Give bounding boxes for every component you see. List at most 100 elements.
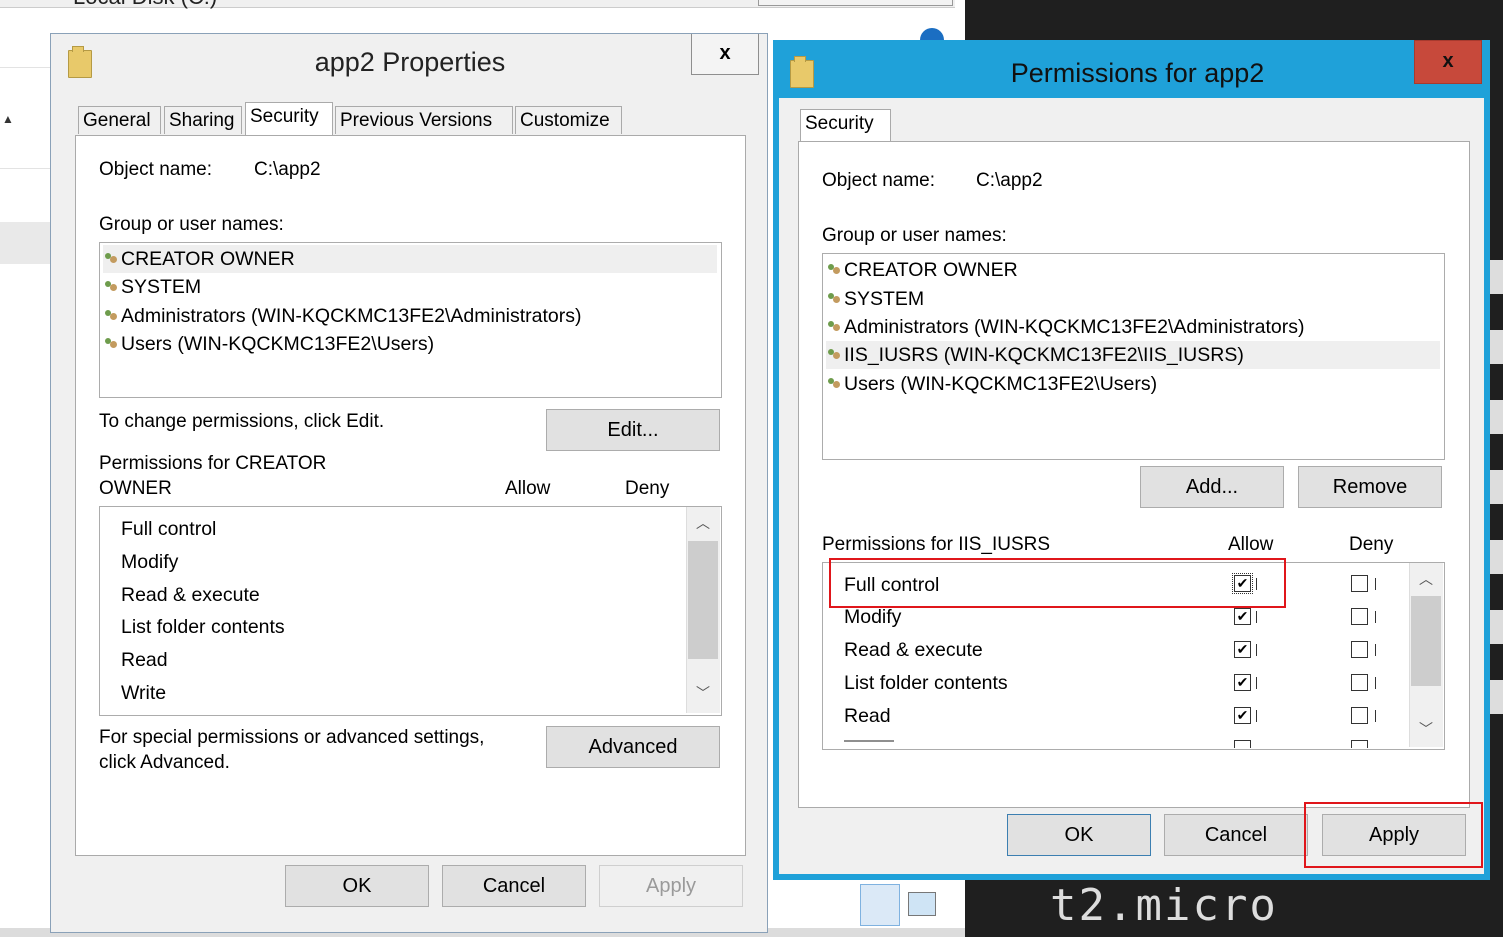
tab-security[interactable]: Security [800, 109, 891, 142]
nav-scroll-up-icon[interactable]: ▲ [2, 112, 14, 126]
cancel-button[interactable]: Cancel [442, 865, 586, 907]
user-group-icon [828, 378, 841, 389]
full-control-deny-checkbox[interactable] [1351, 575, 1368, 592]
special-permissions-text-line1: For special permissions or advanced sett… [99, 727, 485, 748]
add-button[interactable]: Add... [1140, 466, 1284, 508]
write-deny-checkbox-partial[interactable] [1351, 740, 1368, 748]
permission-read: Read [844, 705, 891, 727]
permissions-scrollbar[interactable]: ︿ ﹀ [1409, 563, 1443, 747]
close-icon[interactable]: x [691, 34, 759, 75]
console-glyphs [1488, 260, 1503, 820]
ok-button[interactable]: OK [285, 865, 429, 907]
tab-customize[interactable]: Customize [515, 106, 622, 134]
permissions-scrollbar[interactable]: ︿ ﹀ [686, 507, 720, 713]
close-icon[interactable]: x [1414, 40, 1482, 84]
user-name: Users (WIN-KQCKMC13FE2\Users) [844, 373, 1158, 395]
properties-titlebar: app2 Properties x [51, 34, 767, 92]
remove-button[interactable]: Remove [1298, 466, 1442, 508]
apply-highlight-box [1304, 802, 1483, 868]
user-item-system[interactable]: SYSTEM [826, 285, 924, 313]
user-item-administrators[interactable]: Administrators (WIN-KQCKMC13FE2\Administ… [826, 313, 1305, 341]
permission-list-folder: List folder contents [844, 672, 1008, 694]
user-name: Administrators (WIN-KQCKMC13FE2\Administ… [844, 316, 1305, 338]
scrollbar-thumb[interactable] [688, 541, 718, 659]
object-name-label: Object name: [822, 170, 935, 191]
permission-write-partial [844, 740, 894, 748]
tab-sharing[interactable]: Sharing [164, 106, 242, 134]
read-deny-checkbox[interactable] [1351, 707, 1368, 724]
write-allow-checkbox-partial[interactable] [1234, 740, 1251, 748]
user-group-icon [828, 293, 841, 304]
user-group-icon [105, 281, 118, 292]
tiles-view-icon[interactable] [908, 892, 936, 916]
user-item-creator-owner[interactable]: CREATOR OWNER [103, 245, 717, 273]
user-name: CREATOR OWNER [844, 259, 1018, 281]
user-item-users[interactable]: Users (WIN-KQCKMC13FE2\Users) [103, 330, 434, 358]
user-name: CREATOR OWNER [121, 248, 295, 270]
ok-button[interactable]: OK [1007, 814, 1151, 856]
nav-selected-row[interactable] [0, 222, 50, 264]
permissions-list[interactable]: Full control Modify Read & execute List … [99, 506, 722, 716]
scrollbar-thumb[interactable] [1411, 596, 1441, 686]
read-execute-allow-checkbox[interactable]: ✔ [1234, 641, 1251, 658]
permissions-for-label-line1: Permissions for CREATOR [99, 453, 327, 474]
user-name: Administrators (WIN-KQCKMC13FE2\Administ… [121, 305, 582, 327]
read-execute-deny-checkbox[interactable] [1351, 641, 1368, 658]
apply-button[interactable]: Apply [599, 865, 743, 907]
properties-dialog: app2 Properties x General Sharing Securi… [50, 33, 768, 933]
row-separator-tick [1375, 644, 1380, 656]
user-name: Users (WIN-KQCKMC13FE2\Users) [121, 333, 435, 355]
row-separator-tick [1375, 677, 1380, 689]
user-item-system[interactable]: SYSTEM [103, 273, 201, 301]
row-separator-tick [1375, 611, 1380, 623]
change-permissions-text: To change permissions, click Edit. [99, 411, 385, 432]
row-separator-tick [1256, 644, 1261, 656]
permission-read: Read [121, 649, 168, 671]
scroll-up-icon[interactable]: ︿ [1410, 569, 1442, 589]
read-allow-checkbox[interactable]: ✔ [1234, 707, 1251, 724]
permission-read-execute: Read & execute [121, 584, 260, 606]
row-separator-tick [1375, 710, 1380, 722]
user-item-iis-iusrs[interactable]: IIS_IUSRS (WIN-KQCKMC13FE2\IIS_IUSRS) [826, 341, 1440, 369]
modify-deny-checkbox[interactable] [1351, 608, 1368, 625]
deny-header: Deny [1349, 534, 1394, 555]
user-item-users[interactable]: Users (WIN-KQCKMC13FE2\Users) [826, 370, 1157, 398]
edit-button[interactable]: Edit... [546, 409, 720, 451]
cancel-button[interactable]: Cancel [1164, 814, 1308, 856]
deny-header: Deny [625, 478, 670, 499]
permissions-for-label-line2: OWNER [99, 478, 172, 499]
explorer-help-icon[interactable] [920, 28, 944, 40]
row-separator-tick [1256, 710, 1261, 722]
full-control-highlight-box [829, 558, 1286, 608]
modify-allow-checkbox[interactable]: ✔ [1234, 608, 1251, 625]
scroll-up-icon[interactable]: ︿ [687, 513, 719, 533]
allow-header: Allow [1228, 534, 1274, 555]
permission-write: Write [121, 682, 167, 704]
user-item-creator-owner[interactable]: CREATOR OWNER [826, 256, 1018, 284]
details-view-icon[interactable] [860, 884, 900, 926]
row-separator-tick [1375, 578, 1380, 590]
group-user-label: Group or user names: [822, 225, 1007, 246]
row-separator-tick [1256, 677, 1261, 689]
list-folder-deny-checkbox[interactable] [1351, 674, 1368, 691]
allow-header: Allow [505, 478, 551, 499]
tab-security[interactable]: Security [245, 102, 333, 135]
user-item-administrators[interactable]: Administrators (WIN-KQCKMC13FE2\Administ… [103, 302, 582, 330]
scroll-down-icon[interactable]: ﹀ [1410, 719, 1442, 739]
list-folder-allow-checkbox[interactable]: ✔ [1234, 674, 1251, 691]
scroll-down-icon[interactable]: ﹀ [687, 683, 719, 703]
user-list[interactable]: CREATOR OWNER SYSTEM Administrators (WIN… [99, 242, 722, 398]
row-separator-tick [1256, 611, 1261, 623]
tab-general[interactable]: General [78, 106, 161, 134]
tab-previous-versions[interactable]: Previous Versions [335, 106, 513, 134]
advanced-button[interactable]: Advanced [546, 726, 720, 768]
user-list[interactable]: CREATOR OWNER SYSTEM Administrators (WIN… [822, 253, 1445, 460]
nav-divider [0, 168, 50, 169]
properties-tabstrip: General Sharing Security Previous Versio… [78, 102, 678, 136]
permission-modify: Modify [121, 551, 179, 573]
user-name: SYSTEM [844, 288, 925, 310]
user-group-icon [828, 264, 841, 275]
user-name: IIS_IUSRS (WIN-KQCKMC13FE2\IIS_IUSRS) [844, 344, 1244, 366]
permission-read-execute: Read & execute [844, 639, 983, 661]
user-name: SYSTEM [121, 276, 202, 298]
